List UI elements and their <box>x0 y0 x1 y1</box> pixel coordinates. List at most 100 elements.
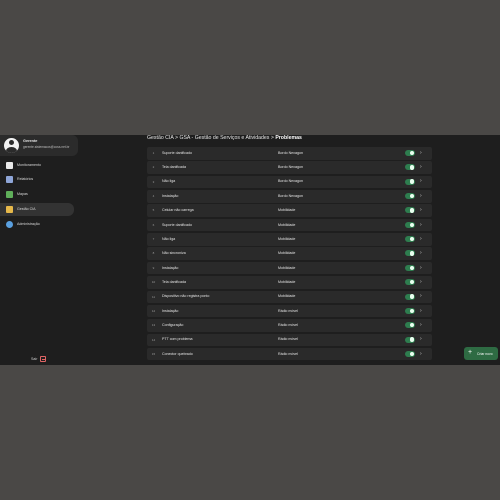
chevron-right-icon[interactable]: › <box>420 193 422 199</box>
problem-category: Mobilidade <box>278 265 296 270</box>
row-index: 1 <box>152 151 155 155</box>
table-row[interactable]: 8 Não sincroniza Mobilidade › <box>147 247 432 260</box>
table-row[interactable]: 4 Instalação Bordo Nexagon › <box>147 190 432 203</box>
user-name: Gerente <box>23 139 38 143</box>
enabled-toggle[interactable] <box>405 236 415 243</box>
table-row[interactable]: 11 Dispositivo não registra ponto Mobilida… <box>147 290 432 303</box>
table-row[interactable]: 12 Instalação Rádio móvel › <box>147 304 432 318</box>
row-index: 4 <box>152 194 155 199</box>
sidebar: Gerente gerente.sistemacos@coss.net.br M… <box>0 135 78 365</box>
enabled-toggle[interactable] <box>405 322 415 329</box>
plus-icon: + <box>468 349 473 356</box>
enabled-toggle[interactable] <box>405 307 415 314</box>
problem-category: Mobilidade <box>278 279 296 284</box>
row-index: 10 <box>151 280 156 285</box>
row-index: 5 <box>152 208 155 213</box>
enabled-toggle[interactable] <box>405 207 415 214</box>
enabled-toggle[interactable] <box>405 164 415 171</box>
problem-name: Configuração <box>162 322 184 327</box>
logout-label[interactable]: Sair <box>31 357 37 361</box>
create-new-button[interactable]: + Criar novo <box>464 347 498 360</box>
problem-name: Instalação <box>162 193 179 198</box>
row-index: 2 <box>152 165 155 170</box>
user-card[interactable]: Gerente gerente.sistemacos@coss.net.br <box>0 135 78 156</box>
chevron-right-icon[interactable]: › <box>420 222 422 228</box>
problem-category: Mobilidade <box>278 251 296 256</box>
enabled-toggle[interactable] <box>405 293 415 300</box>
enabled-toggle[interactable] <box>405 336 415 343</box>
enabled-toggle[interactable] <box>405 264 415 271</box>
chevron-right-icon[interactable]: › <box>420 236 422 242</box>
chevron-right-icon[interactable]: › <box>420 250 422 256</box>
create-new-label: Criar novo <box>477 351 493 356</box>
user-email: gerente.sistemacos@coss.net.br <box>23 145 70 149</box>
chevron-right-icon[interactable]: › <box>420 322 422 328</box>
problem-category: Bordo Nexagon <box>278 165 303 170</box>
logout-icon[interactable] <box>40 356 46 362</box>
table-row[interactable]: 9 Instalação Mobilidade › <box>147 261 432 275</box>
table-row[interactable]: 15 Conector quebrado Rádio móvel › <box>147 347 432 361</box>
sidebar-item-label: Mapas <box>17 192 28 196</box>
table-row[interactable]: 3 Não liga Bordo Nexagon › <box>147 175 432 189</box>
chevron-right-icon[interactable]: › <box>420 279 422 285</box>
enabled-toggle[interactable] <box>405 221 415 228</box>
chevron-right-icon[interactable]: › <box>420 207 422 213</box>
sidebar-item-relatorios[interactable]: Relatórios <box>0 173 74 186</box>
sidebar-item-monitoramento[interactable]: Monitoramento <box>0 159 74 172</box>
table-row[interactable]: 2 Tela danificada Bordo Nexagon › <box>147 161 432 174</box>
table-row[interactable]: 6 Suporte danificado Mobilidade › <box>147 218 432 232</box>
chevron-right-icon[interactable]: › <box>420 336 422 342</box>
problem-category: Rádio móvel <box>278 337 298 342</box>
problem-category: Rádio móvel <box>278 308 298 313</box>
table-row[interactable]: 13 Configuração Rádio móvel › <box>147 319 432 332</box>
problem-name: Tela danificada <box>162 165 186 170</box>
problem-name: PTT com problema <box>162 337 193 342</box>
breadcrumb-path[interactable]: Gestão CIA > GSA - Gestão de Serviços e … <box>147 135 275 141</box>
sidebar-item-mapas[interactable]: Mapas <box>0 188 74 201</box>
enabled-toggle[interactable] <box>405 150 415 156</box>
problem-category: Rádio móvel <box>278 322 298 327</box>
table-row[interactable]: 14 PTT com problema Rádio móvel › <box>147 333 432 347</box>
problem-name: Não liga <box>162 179 176 184</box>
enabled-toggle[interactable] <box>405 250 415 257</box>
problem-category: Mobilidade <box>278 294 296 299</box>
chevron-right-icon[interactable]: › <box>420 265 422 271</box>
table-row[interactable]: 7 Não liga Mobilidade › <box>147 233 432 246</box>
table-row[interactable]: 1 Suporte danificado Bordo Nexagon › <box>147 147 432 160</box>
problem-name: Suporte danificado <box>162 150 192 155</box>
enabled-toggle[interactable] <box>405 178 415 185</box>
problem-name: Não liga <box>162 236 176 241</box>
row-index: 13 <box>151 323 156 328</box>
chevron-right-icon[interactable]: › <box>420 308 422 314</box>
sidebar-item-gestao-cia[interactable]: Gestão CIA <box>0 203 74 216</box>
problem-category: Bordo Nexagon <box>278 150 303 155</box>
chevron-right-icon[interactable]: › <box>420 351 422 357</box>
chevron-right-icon[interactable]: › <box>420 164 422 170</box>
map-icon <box>6 191 13 198</box>
avatar <box>4 138 19 153</box>
chevron-right-icon[interactable]: › <box>420 293 422 299</box>
problem-name: Conector quebrado <box>162 351 193 356</box>
chevron-right-icon[interactable]: › <box>420 178 422 184</box>
problem-name: Celular não carrega <box>162 208 194 213</box>
enabled-toggle[interactable] <box>405 350 415 357</box>
enabled-toggle[interactable] <box>405 193 415 200</box>
table-row[interactable]: 10 Tela danificada Mobilidade › <box>147 276 432 289</box>
problem-category: Mobilidade <box>278 236 296 241</box>
problem-category: Bordo Nexagon <box>278 193 303 198</box>
table-row[interactable]: 5 Celular não carrega Mobilidade › <box>147 204 432 217</box>
monitor-icon <box>6 162 13 169</box>
breadcrumb: Gestão CIA > GSA - Gestão de Serviços e … <box>147 135 302 141</box>
chevron-right-icon[interactable]: › <box>420 150 422 156</box>
row-index: 9 <box>152 265 155 270</box>
problem-category: Rádio móvel <box>278 351 298 356</box>
problem-name: Suporte danificado <box>162 222 192 227</box>
gear-icon <box>6 221 13 228</box>
problem-name: Não sincroniza <box>162 251 186 256</box>
sidebar-item-label: Administração <box>17 222 40 226</box>
enabled-toggle[interactable] <box>405 279 415 286</box>
problem-name: Tela danificada <box>162 279 186 284</box>
sidebar-item-administracao[interactable]: Administração <box>0 218 74 231</box>
row-index: 15 <box>151 351 156 356</box>
app-window: Gerente gerente.sistemacos@coss.net.br M… <box>0 135 500 365</box>
